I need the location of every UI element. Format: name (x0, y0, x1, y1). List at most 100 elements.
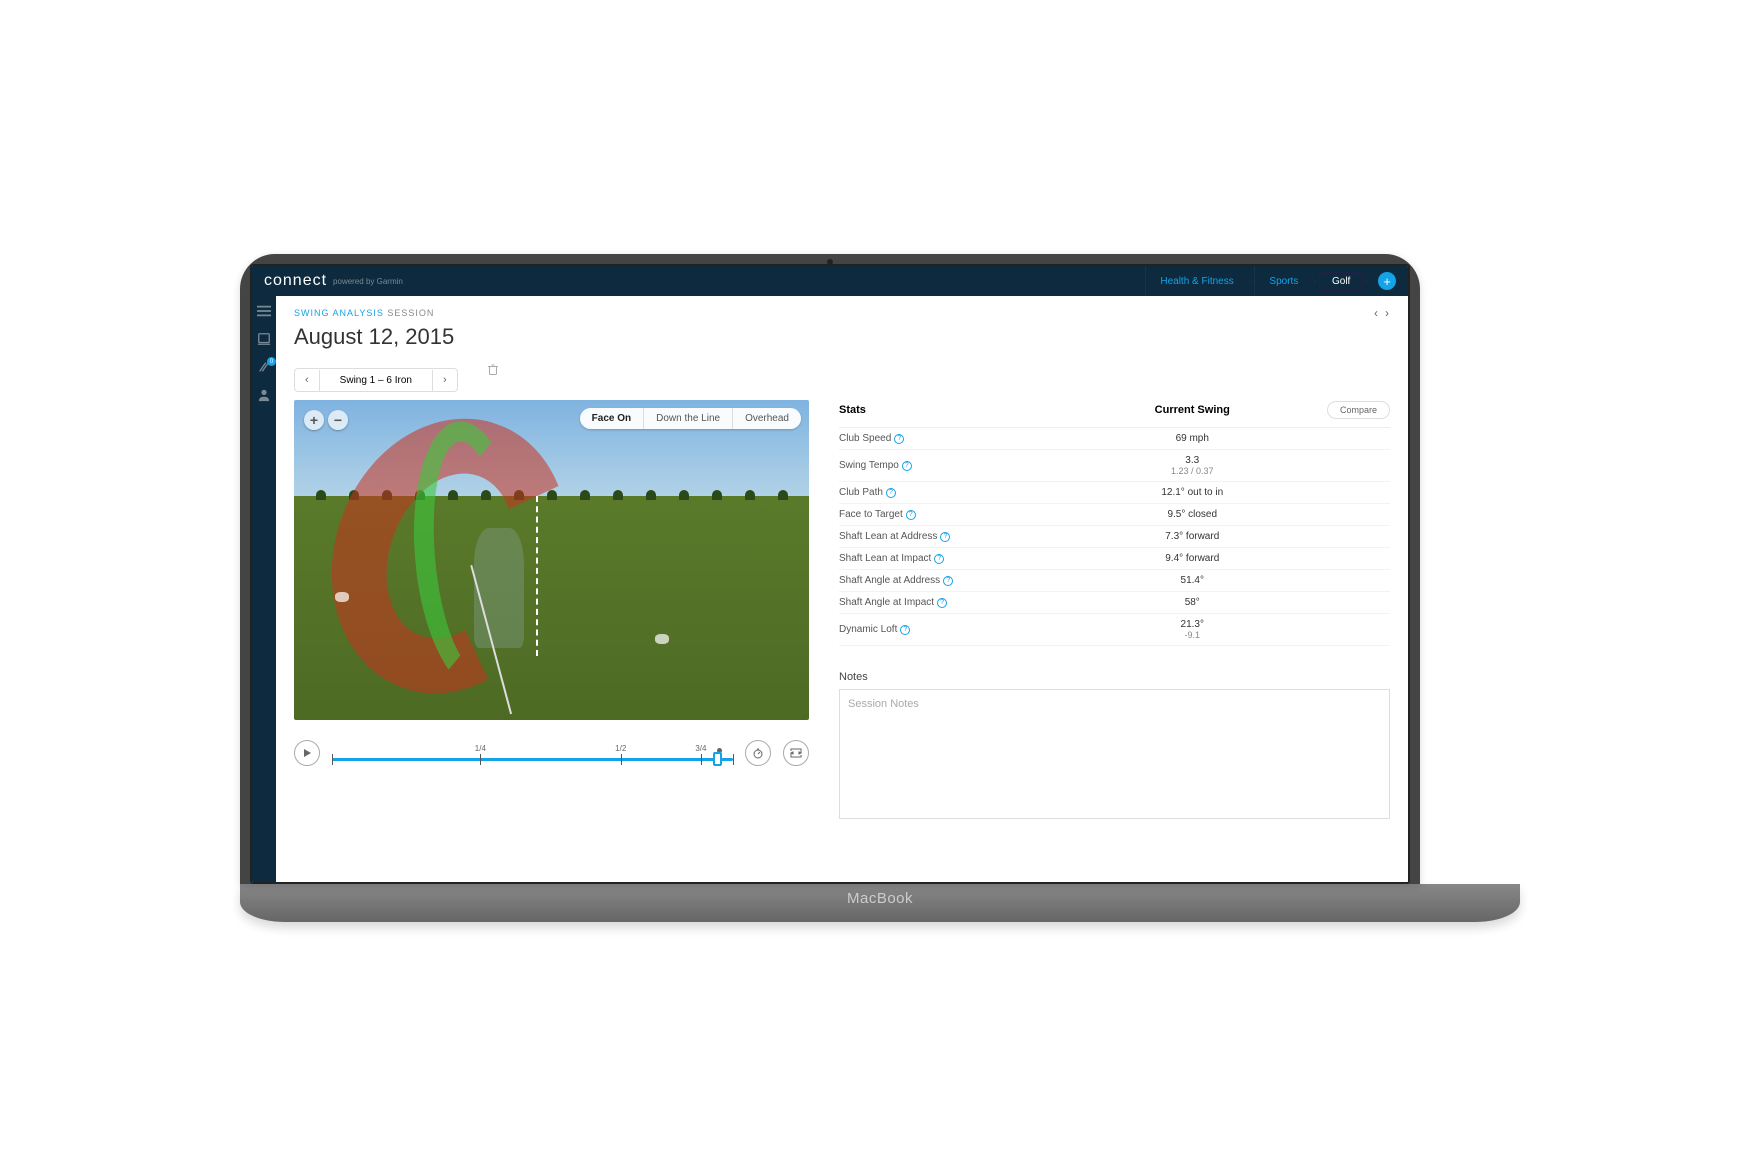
loop-button[interactable] (783, 740, 809, 766)
stat-row: Shaft Lean at Address?7.3° forward (839, 526, 1390, 548)
info-icon[interactable]: ? (943, 576, 953, 586)
stat-value: 21.3°-9.1 (1075, 619, 1311, 640)
add-button[interactable]: + (1378, 272, 1396, 290)
notes-textarea[interactable] (839, 689, 1390, 819)
stat-row: Club Speed?69 mph (839, 428, 1390, 450)
timeline: 1/4 1/2 3/4 (294, 740, 809, 766)
stat-value: 69 mph (1075, 433, 1311, 444)
nav-health-fitness[interactable]: Health & Fitness (1145, 266, 1247, 296)
stat-row: Shaft Lean at Impact?9.4° forward (839, 548, 1390, 570)
swing-nav: ‹ Swing 1 – 6 Iron › (294, 368, 458, 392)
tick-label: 3/4 (695, 744, 706, 753)
info-icon[interactable]: ? (934, 554, 944, 564)
swing-3d-view[interactable]: + − Face On Down the Line Overhead (294, 400, 809, 720)
laptop-frame: connect powered by Garmin Health & Fitne… (240, 254, 1420, 884)
info-icon[interactable]: ? (902, 461, 912, 471)
device-icon[interactable] (257, 332, 271, 346)
nav-sep-icon: · (1314, 277, 1317, 286)
tick-label: 1/2 (615, 744, 626, 753)
nav-sep-icon: · (1365, 277, 1368, 286)
nav-sports[interactable]: Sports (1254, 266, 1312, 296)
pager: ‹ › (1374, 306, 1390, 320)
stats-column: Stats Current Swing Compare Club Speed?6… (839, 400, 1390, 824)
stat-value: 9.4° forward (1075, 553, 1311, 564)
notes-label: Notes (839, 671, 1390, 683)
stat-row: Face to Target?9.5° closed (839, 504, 1390, 526)
current-swing-header: Current Swing (1075, 404, 1311, 416)
info-icon[interactable]: ? (906, 510, 916, 520)
stat-label: Face to Target? (839, 509, 1075, 520)
stat-value: 51.4° (1075, 575, 1311, 586)
nav-golf[interactable]: Golf (1319, 272, 1363, 291)
timeline-slider[interactable]: 1/4 1/2 3/4 (332, 746, 733, 761)
breadcrumb-category[interactable]: SWING ANALYSIS (294, 308, 384, 318)
zoom-controls: + − (304, 410, 348, 430)
speed-button[interactable] (745, 740, 771, 766)
info-icon[interactable]: ? (886, 488, 896, 498)
camera-icon (827, 259, 833, 265)
stat-label: Shaft Lean at Address? (839, 531, 1075, 542)
breadcrumb: SWING ANALYSIS SESSION ‹ › (294, 306, 1390, 320)
logo-tagline: powered by Garmin (333, 277, 403, 286)
stat-value: 58° (1075, 597, 1311, 608)
stat-value: 7.3° forward (1075, 531, 1311, 542)
stat-value: 3.31.23 / 0.37 (1075, 455, 1311, 476)
stat-label: Club Speed? (839, 433, 1075, 444)
stat-row: Shaft Angle at Impact?58° (839, 592, 1390, 614)
prev-swing-button[interactable]: ‹ (295, 369, 319, 391)
next-swing-button[interactable]: › (433, 369, 457, 391)
stat-label: Shaft Angle at Address? (839, 575, 1075, 586)
compare-button[interactable]: Compare (1327, 401, 1390, 419)
stat-label: Swing Tempo? (839, 455, 1075, 476)
stat-row: Dynamic Loft?21.3°-9.1 (839, 614, 1390, 646)
swing-label: Swing 1 – 6 Iron (319, 370, 433, 391)
profile-icon[interactable] (257, 388, 271, 402)
stat-label: Dynamic Loft? (839, 619, 1075, 640)
topbar: connect powered by Garmin Health & Fitne… (252, 266, 1408, 296)
app-body: 0 SWING ANALYSIS SESSION ‹ › Augus (252, 296, 1408, 882)
next-session-button[interactable]: › (1385, 306, 1390, 320)
marker-spot (655, 634, 669, 644)
stats-rows: Club Speed?69 mphSwing Tempo?3.31.23 / 0… (839, 428, 1390, 646)
sidebar: 0 (252, 296, 276, 882)
stat-row: Shaft Angle at Address?51.4° (839, 570, 1390, 592)
tab-face-on[interactable]: Face On (580, 408, 643, 429)
stat-label: Shaft Angle at Impact? (839, 597, 1075, 608)
stat-row: Club Path?12.1° out to in (839, 482, 1390, 504)
laptop-base: MacBook (240, 884, 1520, 922)
slider-handle[interactable] (713, 752, 722, 766)
stats-header-label: Stats (839, 404, 1075, 416)
info-icon[interactable]: ? (940, 532, 950, 542)
topnav: Health & Fitness · Sports · Golf · + (1145, 266, 1396, 296)
main-row: + − Face On Down the Line Overhead (294, 400, 1390, 824)
app-screen: connect powered by Garmin Health & Fitne… (250, 264, 1410, 884)
swing-icon[interactable]: 0 (257, 360, 271, 374)
trash-icon[interactable] (488, 364, 498, 379)
zoom-in-button[interactable]: + (304, 410, 324, 430)
stats-header: Stats Current Swing Compare (839, 400, 1390, 428)
stat-label: Shaft Lean at Impact? (839, 553, 1075, 564)
info-icon[interactable]: ? (937, 598, 947, 608)
marker-spot (335, 592, 349, 602)
plus-icon: + (1383, 274, 1391, 289)
play-button[interactable] (294, 740, 320, 766)
tab-overhead[interactable]: Overhead (732, 408, 801, 429)
viz-column: + − Face On Down the Line Overhead (294, 400, 809, 824)
swing-arc (335, 416, 593, 704)
stat-value: 12.1° out to in (1075, 487, 1311, 498)
slider-track: 1/4 1/2 3/4 (332, 758, 733, 761)
tab-down-the-line[interactable]: Down the Line (643, 408, 732, 429)
target-line (536, 496, 538, 656)
golfer-figure (474, 528, 524, 648)
notes-section: Notes (839, 671, 1390, 824)
laptop-brand: MacBook (847, 890, 913, 907)
info-icon[interactable]: ? (894, 434, 904, 444)
view-tabs: Face On Down the Line Overhead (580, 408, 801, 429)
zoom-out-button[interactable]: − (328, 410, 348, 430)
info-icon[interactable]: ? (900, 625, 910, 635)
content: SWING ANALYSIS SESSION ‹ › August 12, 20… (276, 296, 1408, 882)
page-title: August 12, 2015 (294, 324, 1390, 350)
menu-icon[interactable] (257, 304, 271, 318)
prev-session-button[interactable]: ‹ (1374, 306, 1379, 320)
stat-label: Club Path? (839, 487, 1075, 498)
